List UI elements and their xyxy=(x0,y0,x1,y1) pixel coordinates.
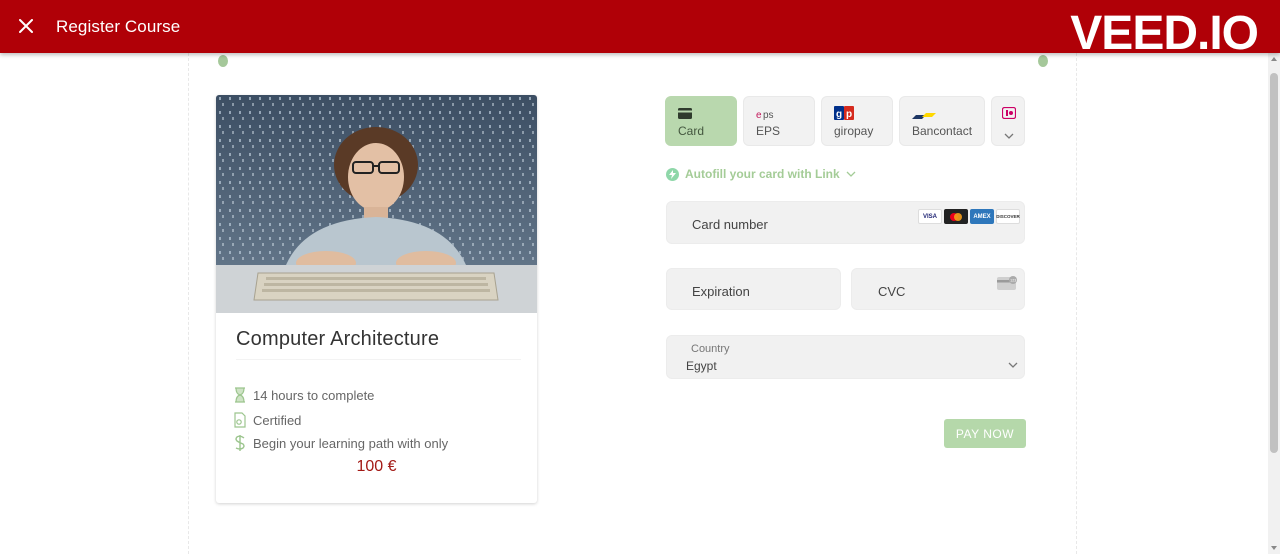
autofill-label: Autofill your card with Link xyxy=(685,167,840,181)
course-price: 100 € xyxy=(356,458,397,475)
cvc-card-icon: 123 xyxy=(997,276,1019,296)
tab-card-label: Card xyxy=(678,124,705,138)
card-number-placeholder: Card number xyxy=(692,217,768,232)
feature-certified: Certified xyxy=(232,412,301,428)
card-brand-logos: VISA AMEX DISCOVER xyxy=(918,209,1020,224)
chevron-down-icon xyxy=(1008,355,1018,373)
hourglass-icon xyxy=(232,387,248,403)
feature-certified-text: Certified xyxy=(253,412,302,428)
tab-eps-label: EPS xyxy=(756,124,781,138)
svg-text:ps: ps xyxy=(763,110,774,120)
card-icon xyxy=(678,106,692,124)
frame-guide-left xyxy=(188,53,189,554)
feature-price-intro-text: Begin your learning path with only xyxy=(253,435,449,451)
feature-duration-text: 14 hours to complete xyxy=(253,387,375,403)
feature-price-intro: Begin your learning path with only xyxy=(232,435,448,451)
tab-giropay[interactable]: gp giropay xyxy=(821,96,893,146)
feature-duration: 14 hours to complete xyxy=(232,387,374,403)
close-icon xyxy=(19,19,33,33)
cvc-field[interactable]: CVC 123 xyxy=(851,268,1025,310)
tab-eps[interactable]: e ps EPS xyxy=(743,96,815,146)
expiration-field[interactable]: Expiration xyxy=(666,268,841,310)
frame-guide-right xyxy=(1076,53,1077,554)
card-number-field[interactable]: Card number VISA AMEX DISCOVER xyxy=(666,201,1025,244)
course-image xyxy=(216,95,537,313)
pay-now-button[interactable]: PAY NOW xyxy=(944,419,1026,448)
svg-text:123: 123 xyxy=(1010,279,1016,283)
amex-icon: AMEX xyxy=(970,209,994,224)
svg-text:e: e xyxy=(756,110,762,120)
watermark-logo: VEED.IO xyxy=(1070,7,1259,60)
scroll-down-icon[interactable] xyxy=(1271,546,1277,550)
pin-marker-left xyxy=(218,55,228,67)
tab-card[interactable]: Card xyxy=(665,96,737,146)
expiration-placeholder: Expiration xyxy=(692,284,750,299)
scroll-up-icon[interactable] xyxy=(1271,57,1277,61)
svg-text:p: p xyxy=(846,109,852,120)
discover-icon: DISCOVER xyxy=(996,209,1020,224)
tab-bancontact[interactable]: Bancontact xyxy=(899,96,985,146)
close-button[interactable] xyxy=(14,14,38,38)
mastercard-icon xyxy=(944,209,968,224)
country-label: Country xyxy=(691,343,730,355)
chevron-down-icon xyxy=(1004,126,1014,144)
tab-bancontact-label: Bancontact xyxy=(912,124,973,138)
chevron-down-icon xyxy=(846,171,856,177)
app-header: Register Course VEED.IO xyxy=(0,0,1280,60)
scroll-thumb[interactable] xyxy=(1270,73,1278,453)
svg-text:g: g xyxy=(836,109,842,120)
page-scrollbar[interactable] xyxy=(1268,53,1280,554)
page-title: Register Course xyxy=(56,17,181,36)
divider xyxy=(236,359,521,360)
course-card: Computer Architecture 14 hours to comple… xyxy=(216,95,537,503)
visa-icon: VISA xyxy=(918,209,942,224)
cvc-placeholder: CVC xyxy=(878,284,906,299)
certificate-icon xyxy=(232,412,248,428)
ideal-icon xyxy=(1001,106,1017,124)
country-select[interactable]: Country Egypt xyxy=(666,335,1025,379)
giropay-icon: gp xyxy=(834,106,856,125)
country-value: Egypt xyxy=(686,359,717,373)
dollar-icon xyxy=(232,435,248,451)
tab-more-methods[interactable] xyxy=(991,96,1025,146)
eps-icon: e ps xyxy=(756,107,776,125)
pin-marker-right xyxy=(1038,55,1048,67)
tab-giropay-label: giropay xyxy=(834,124,874,138)
course-title: Computer Architecture xyxy=(236,328,440,350)
autofill-link-button[interactable]: Autofill your card with Link xyxy=(666,167,856,181)
link-bolt-icon xyxy=(666,167,679,181)
